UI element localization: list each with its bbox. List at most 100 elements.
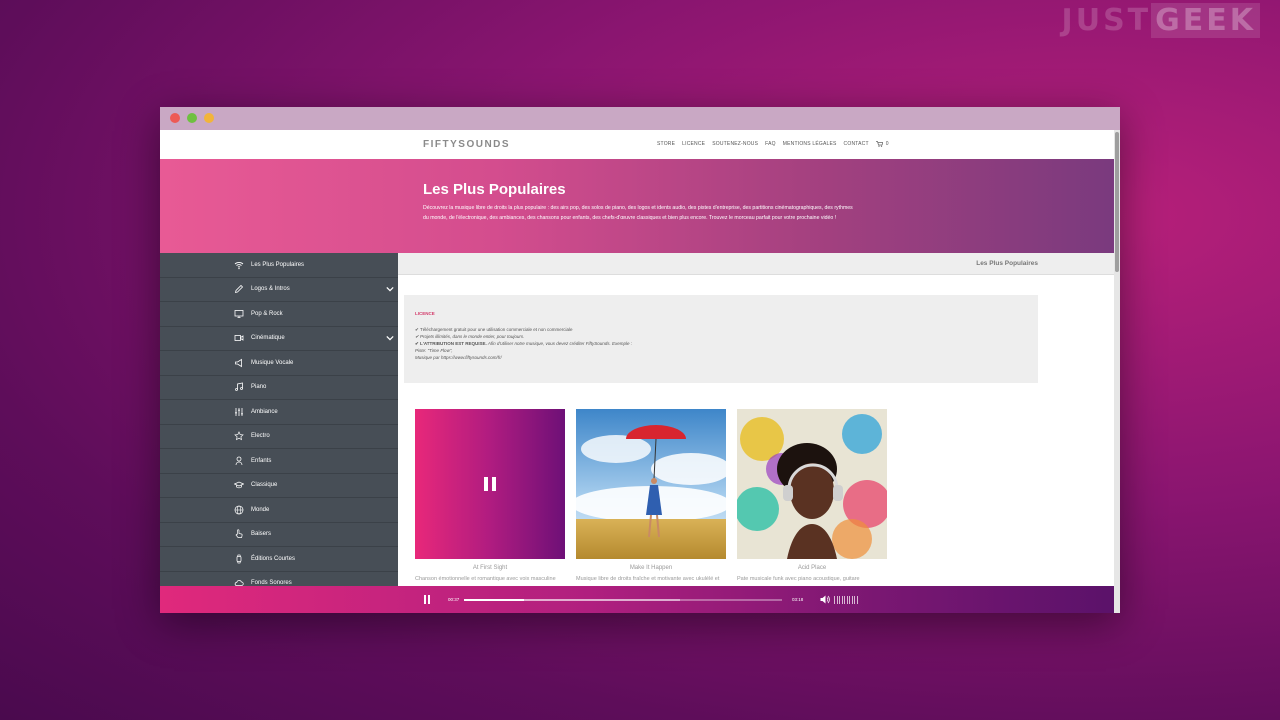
sidebar-item-baisers[interactable]: Baisers bbox=[160, 523, 398, 547]
page-title: Les Plus Populaires bbox=[423, 181, 566, 198]
track-card-acid-place[interactable]: Acid Place Pate musicale funk avec piano… bbox=[737, 409, 887, 583]
sidebar-item-label: Cinématique bbox=[251, 335, 285, 342]
sidebar-item-label: Ambiance bbox=[251, 408, 278, 415]
sidebar-item-logos-intros[interactable]: Logos & Intros bbox=[160, 278, 398, 302]
sidebar-item-label: Classique bbox=[251, 482, 278, 489]
license-line: ✔ Téléchargement gratuit pour une utilis… bbox=[415, 327, 573, 332]
license-box: LICENCE ✔ Téléchargement gratuit pour un… bbox=[404, 295, 1038, 383]
web-page: FIFTYSOUNDS STORE LICENCE SOUTENEZ-NOUS … bbox=[160, 130, 1114, 613]
pencil-icon bbox=[234, 284, 244, 294]
sidebar-item-enfants[interactable]: Enfants bbox=[160, 449, 398, 474]
track-cover[interactable] bbox=[737, 409, 887, 559]
scrollbar-thumb[interactable] bbox=[1115, 132, 1119, 272]
menu-item-contact[interactable]: CONTACT bbox=[844, 141, 869, 147]
menu-item-support[interactable]: SOUTENEZ-NOUS bbox=[712, 141, 758, 147]
section-title: Les Plus Populaires bbox=[976, 260, 1038, 267]
pause-icon[interactable] bbox=[423, 595, 431, 604]
content-header: Les Plus Populaires bbox=[398, 253, 1114, 275]
volume-control[interactable] bbox=[820, 595, 858, 604]
track-description: Pate musicale funk avec piano acoustique… bbox=[737, 576, 860, 582]
track-title[interactable]: Acid Place bbox=[737, 565, 887, 571]
monitor-icon bbox=[234, 309, 244, 319]
sidebar-item-label: Pop & Rock bbox=[251, 310, 283, 317]
license-attribution-text: Afin d'utiliser notre musique, vous deve… bbox=[486, 341, 633, 346]
cart-button[interactable]: 0 bbox=[875, 141, 889, 147]
equalizer-icon bbox=[234, 407, 244, 417]
umbrella-field-image bbox=[576, 409, 726, 559]
child-icon bbox=[234, 456, 244, 466]
sidebar-item-vocal[interactable]: Musique Vocale bbox=[160, 351, 398, 376]
audio-player-bar: 00:37 03:18 bbox=[160, 586, 1114, 613]
site-logo[interactable]: FIFTYSOUNDS bbox=[423, 139, 510, 150]
track-description: Chanson émotionnelle et romantique avec … bbox=[415, 576, 556, 582]
volume-icon[interactable] bbox=[820, 595, 830, 604]
hand-icon bbox=[234, 529, 244, 539]
mortarboard-icon bbox=[234, 480, 244, 490]
camera-icon bbox=[234, 333, 244, 343]
sidebar-item-label: Piano bbox=[251, 384, 267, 391]
track-description: Musique libre de droits fraîche et motiv… bbox=[576, 576, 720, 582]
volume-slider[interactable] bbox=[834, 595, 858, 604]
sidebar-item-pop-rock[interactable]: Pop & Rock bbox=[160, 302, 398, 327]
sidebar-item-monde[interactable]: Monde bbox=[160, 498, 398, 523]
license-line: Piste: "Time Flow", bbox=[415, 348, 453, 353]
minimize-window-button[interactable] bbox=[204, 113, 214, 123]
pause-icon[interactable] bbox=[482, 476, 498, 492]
license-line: Musique par https://www.fiftysounds.com/… bbox=[415, 355, 502, 360]
track-cover[interactable] bbox=[576, 409, 726, 559]
menu-item-legal[interactable]: MENTIONS LÉGALES bbox=[783, 141, 837, 147]
license-line: ✔ Projets illimités, dans le monde entie… bbox=[415, 334, 525, 339]
license-attribution-required: ✔ L'ATTRIBUTION EST REQUISE. bbox=[415, 341, 487, 346]
music-note-icon bbox=[234, 382, 244, 392]
license-line: ✔ L'ATTRIBUTION EST REQUISE. Afin d'util… bbox=[415, 340, 1027, 347]
duration: 03:18 bbox=[792, 597, 804, 602]
track-card-make-it-happen[interactable]: Make It Happen Musique libre de droits f… bbox=[576, 409, 726, 583]
sidebar-item-label: Logos & Intros bbox=[251, 286, 290, 293]
track-title[interactable]: Make It Happen bbox=[576, 565, 726, 571]
progress-fill bbox=[464, 599, 525, 601]
chevron-down-icon[interactable] bbox=[386, 286, 394, 292]
watch-icon bbox=[234, 554, 244, 564]
sidebar-item-label: Éditions Courtes bbox=[251, 555, 296, 562]
browser-window: FIFTYSOUNDS STORE LICENCE SOUTENEZ-NOUS … bbox=[160, 107, 1120, 613]
close-window-button[interactable] bbox=[170, 113, 180, 123]
watermark-part2: GEEK bbox=[1151, 3, 1260, 38]
sidebar-item-editions-courtes[interactable]: Éditions Courtes bbox=[160, 547, 398, 572]
menu-item-store[interactable]: STORE bbox=[657, 141, 675, 147]
category-sidebar: Les Plus Populaires Logos & Intros Pop &… bbox=[160, 253, 398, 613]
sidebar-item-ambiance[interactable]: Ambiance bbox=[160, 400, 398, 425]
cart-count: 0 bbox=[885, 141, 889, 147]
sidebar-item-most-popular[interactable]: Les Plus Populaires bbox=[160, 253, 398, 278]
top-navigation: FIFTYSOUNDS STORE LICENCE SOUTENEZ-NOUS … bbox=[160, 130, 1114, 159]
main-menu: STORE LICENCE SOUTENEZ-NOUS FAQ MENTIONS… bbox=[657, 141, 889, 147]
wifi-icon bbox=[234, 260, 244, 270]
chevron-down-icon[interactable] bbox=[386, 335, 394, 341]
sidebar-item-piano[interactable]: Piano bbox=[160, 376, 398, 400]
menu-item-licence[interactable]: LICENCE bbox=[682, 141, 705, 147]
main-content: Les Plus Populaires LICENCE ✔ Télécharge… bbox=[398, 253, 1114, 613]
globe-icon bbox=[234, 505, 244, 515]
sidebar-item-label: Enfants bbox=[251, 457, 272, 464]
track-cover[interactable] bbox=[415, 409, 565, 559]
cart-icon bbox=[875, 141, 883, 147]
hero-description: Découvrez la musique libre de droits la … bbox=[423, 205, 853, 221]
maximize-window-button[interactable] bbox=[187, 113, 197, 123]
sidebar-item-label: Baisers bbox=[251, 531, 272, 538]
sidebar-item-electro[interactable]: Electro bbox=[160, 425, 398, 449]
current-time: 00:37 bbox=[448, 597, 460, 602]
headphones-portrait-image bbox=[737, 409, 887, 559]
window-titlebar bbox=[160, 107, 1120, 130]
page-scrollbar[interactable] bbox=[1114, 130, 1120, 613]
sidebar-item-classique[interactable]: Classique bbox=[160, 474, 398, 498]
sidebar-item-label: Monde bbox=[251, 506, 270, 513]
track-card-at-first-sight[interactable]: At First Sight Chanson émotionnelle et r… bbox=[415, 409, 565, 583]
menu-item-faq[interactable]: FAQ bbox=[765, 141, 776, 147]
sidebar-item-label: Musique Vocale bbox=[251, 359, 294, 366]
megaphone-icon bbox=[234, 358, 244, 368]
license-title: LICENCE bbox=[415, 311, 435, 316]
star-icon bbox=[234, 431, 244, 441]
track-title[interactable]: At First Sight bbox=[415, 565, 565, 571]
progress-slider[interactable] bbox=[464, 599, 782, 601]
hero-banner: Les Plus Populaires Découvrez la musique… bbox=[160, 159, 1114, 253]
sidebar-item-cinematique[interactable]: Cinématique bbox=[160, 327, 398, 351]
